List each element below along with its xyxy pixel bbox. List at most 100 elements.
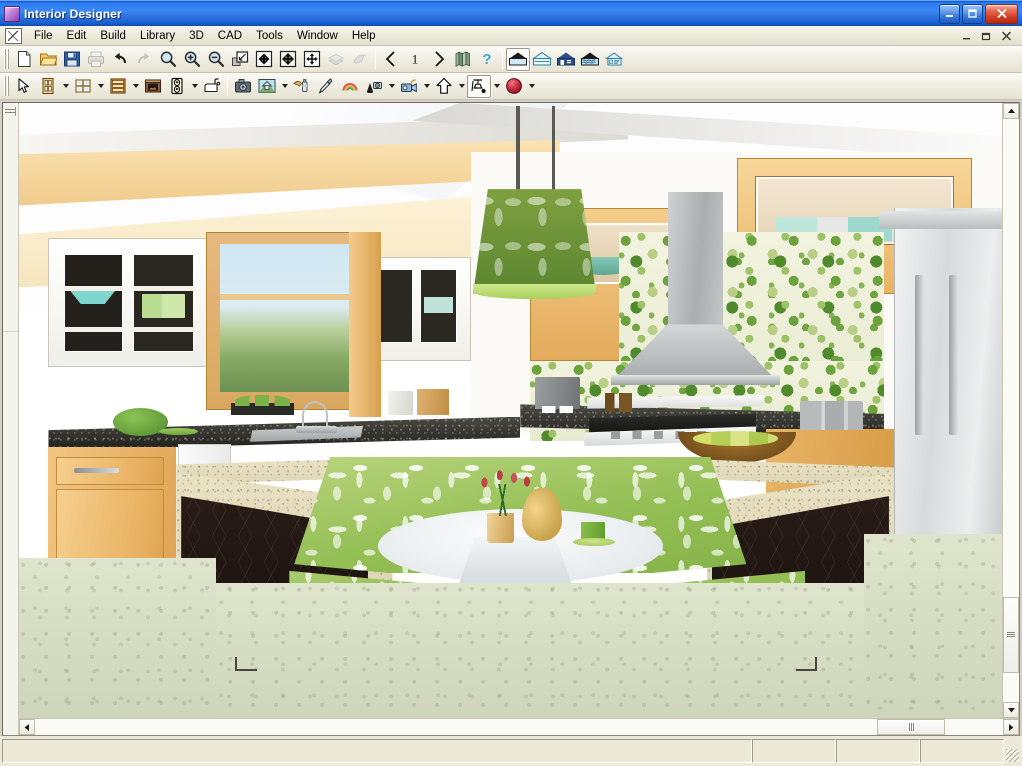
scroll-up-button[interactable] <box>1003 103 1019 119</box>
electrical-tool-dropdown[interactable] <box>189 75 200 98</box>
previous-floor-button[interactable] <box>379 48 403 71</box>
up-one-level-button[interactable] <box>432 75 456 98</box>
document-system-icon[interactable] <box>5 27 22 44</box>
window-glass <box>219 244 360 393</box>
menu-item-window[interactable]: Window <box>290 28 345 44</box>
vertical-scrollbar[interactable] <box>1002 103 1019 718</box>
scene-content <box>19 103 1002 718</box>
spice-bottles <box>604 393 633 412</box>
view-mode-plan[interactable] <box>602 48 626 71</box>
up-one-level-dropdown[interactable] <box>456 75 467 98</box>
window-mullion <box>219 293 360 300</box>
door-tool-dropdown[interactable] <box>60 75 71 98</box>
vertical-scroll-thumb[interactable] <box>1003 597 1019 673</box>
library-browser-button[interactable] <box>451 48 475 71</box>
lighting-tool-dropdown[interactable] <box>491 75 502 98</box>
fill-window-all-button[interactable] <box>276 48 300 71</box>
canvas-wrapper <box>19 103 1019 735</box>
left-ruler-panel[interactable] <box>3 103 19 735</box>
cabinet-tool-dropdown[interactable] <box>130 75 141 98</box>
terrain-tool-button[interactable] <box>362 75 386 98</box>
door-tool-button[interactable] <box>36 75 60 98</box>
lighting-tool-button[interactable] <box>467 74 491 98</box>
toolbar-grip[interactable] <box>3 49 10 69</box>
floor-left <box>19 558 216 718</box>
terrain-tool-dropdown[interactable] <box>386 75 397 98</box>
undo-button[interactable] <box>108 48 132 71</box>
print-button[interactable] <box>84 48 108 71</box>
floor-number-button[interactable]: 1 <box>403 48 427 71</box>
zoom-out-button[interactable] <box>204 48 228 71</box>
resize-grip[interactable] <box>1004 739 1020 763</box>
svg-text:1: 1 <box>412 52 419 67</box>
scroll-right-button[interactable] <box>1003 719 1019 735</box>
window-tool-button[interactable] <box>71 75 95 98</box>
camera-tool-button[interactable] <box>397 75 421 98</box>
house-tool-dropdown[interactable] <box>279 75 290 98</box>
save-plan-button[interactable] <box>60 48 84 71</box>
view-mode-doll-house[interactable] <box>554 48 578 71</box>
title-bar: Interior Designer <box>0 0 1022 26</box>
menu-item-file[interactable]: File <box>27 28 60 44</box>
close-button[interactable] <box>985 3 1018 24</box>
horizontal-scroll-thumb[interactable] <box>877 719 945 735</box>
kitchen-3d-render[interactable] <box>19 103 1002 718</box>
fixture-tool-button[interactable] <box>200 75 224 98</box>
paint-tool-button[interactable] <box>290 75 314 98</box>
sink-faucet <box>302 401 328 430</box>
redo-button[interactable] <box>132 48 156 71</box>
picture-tool-button[interactable] <box>231 75 255 98</box>
zoom-window-button[interactable] <box>228 48 252 71</box>
maximize-button[interactable] <box>962 3 983 24</box>
mdi-minimize-button[interactable] <box>960 29 974 43</box>
refrigerator-handle-left <box>915 275 925 436</box>
cabinet-tool-button[interactable] <box>106 75 130 98</box>
view-mode-full-camera[interactable] <box>506 47 530 71</box>
electrical-tool-button[interactable] <box>165 75 189 98</box>
fireplace-tool-button[interactable] <box>141 75 165 98</box>
window-tool-dropdown[interactable] <box>95 75 106 98</box>
mdi-close-button[interactable] <box>1000 29 1014 43</box>
new-plan-button[interactable] <box>12 48 36 71</box>
material-rainbow-button[interactable] <box>338 75 362 98</box>
zoom-in-button[interactable] <box>180 48 204 71</box>
gold-vase <box>522 487 562 541</box>
refrigerator-handle-right <box>948 275 958 436</box>
menu-item-cad[interactable]: CAD <box>211 28 249 44</box>
horizontal-scrollbar[interactable] <box>19 718 1019 735</box>
house-tool-button[interactable] <box>255 75 279 98</box>
scroll-down-button[interactable] <box>1003 702 1019 718</box>
color-toggle-button[interactable] <box>348 48 372 71</box>
camera-tool-dropdown[interactable] <box>421 75 432 98</box>
window-title: Interior Designer <box>24 6 122 21</box>
minimize-button[interactable] <box>939 3 960 24</box>
toolbar-separator <box>375 49 376 69</box>
select-tool-button[interactable] <box>12 75 36 98</box>
horizontal-scroll-track[interactable] <box>35 719 1003 735</box>
view-mode-framing[interactable] <box>578 48 602 71</box>
scroll-left-button[interactable] <box>19 719 35 735</box>
next-floor-button[interactable] <box>427 48 451 71</box>
fill-window-button[interactable] <box>252 48 276 71</box>
menu-item-library[interactable]: Library <box>133 28 182 44</box>
menu-item-edit[interactable]: Edit <box>60 28 94 44</box>
menu-bar: File Edit Build Library 3D CAD Tools Win… <box>0 26 1022 46</box>
zoom-tool-button[interactable] <box>156 48 180 71</box>
mdi-restore-button[interactable] <box>980 29 994 43</box>
color-sphere-button[interactable] <box>502 75 526 98</box>
menu-item-build[interactable]: Build <box>93 28 133 44</box>
vertical-scroll-track[interactable] <box>1003 119 1019 702</box>
menu-item-3d[interactable]: 3D <box>182 28 211 44</box>
status-bar <box>0 736 1022 766</box>
color-sphere-dropdown[interactable] <box>526 75 537 98</box>
toolbar-grip-2[interactable] <box>3 76 10 96</box>
menu-item-tools[interactable]: Tools <box>249 28 290 44</box>
pan-window-button[interactable] <box>300 48 324 71</box>
refrigerator <box>893 207 1002 589</box>
open-plan-button[interactable] <box>36 48 60 71</box>
view-mode-perspective[interactable] <box>530 48 554 71</box>
reference-display-button[interactable] <box>324 48 348 71</box>
help-button[interactable]: ? <box>475 48 499 71</box>
eyedropper-button[interactable] <box>314 75 338 98</box>
menu-item-help[interactable]: Help <box>345 28 383 44</box>
